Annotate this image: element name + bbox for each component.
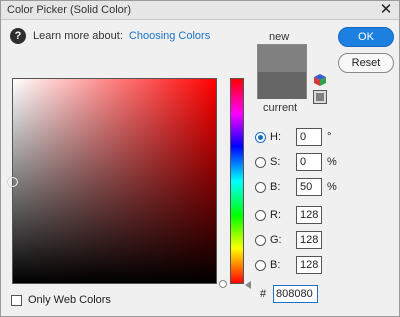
color-swatch	[257, 44, 307, 99]
brightness-input[interactable]: 50	[296, 178, 322, 196]
blue-input[interactable]: 128	[296, 256, 322, 274]
new-color-label: new	[269, 31, 290, 43]
blue-radio[interactable]	[255, 259, 266, 271]
help-icon[interactable]: ?	[10, 28, 26, 44]
ok-button[interactable]: OK	[338, 27, 394, 47]
brightness-unit: %	[327, 181, 337, 193]
blue-label: B:	[270, 259, 281, 271]
color-field-corner-handle[interactable]	[219, 280, 227, 288]
new-color-swatch	[258, 45, 306, 72]
hue-row: H: 0 °	[255, 128, 331, 146]
brightness-radio[interactable]	[255, 181, 266, 193]
hue-slider[interactable]	[230, 78, 244, 284]
only-web-colors-checkbox[interactable]	[11, 294, 22, 306]
hex-hash-label: #	[260, 288, 267, 300]
title-bar: Color Picker (Solid Color) ✕	[1, 1, 399, 20]
only-web-colors-row: Only Web Colors	[11, 294, 111, 306]
choosing-colors-link[interactable]: Choosing Colors	[129, 30, 210, 42]
help-label: Learn more about:	[33, 30, 123, 42]
hue-slider-arrow-icon[interactable]	[245, 281, 251, 289]
hue-label: H:	[270, 131, 281, 143]
color-picker-dialog: Color Picker (Solid Color) ✕ ? Learn mor…	[0, 0, 400, 317]
hue-radio[interactable]	[255, 131, 266, 143]
current-color-label: current	[263, 102, 298, 114]
brightness-label: B:	[270, 181, 281, 193]
saturation-radio[interactable]	[255, 156, 266, 168]
red-label: R:	[270, 209, 281, 221]
brightness-row: B: 50 %	[255, 178, 337, 196]
saturation-unit: %	[327, 156, 337, 168]
saturation-input[interactable]: 0	[296, 153, 322, 171]
hue-unit: °	[327, 131, 332, 143]
saturation-label: S:	[270, 156, 281, 168]
red-radio[interactable]	[255, 209, 266, 221]
red-row: R: 128	[255, 206, 322, 224]
close-icon[interactable]: ✕	[379, 2, 393, 18]
reset-button[interactable]: Reset	[338, 53, 394, 73]
green-input[interactable]: 128	[296, 231, 322, 249]
green-row: G: 128	[255, 231, 322, 249]
color-field[interactable]	[8, 78, 217, 284]
blue-row: B: 128	[255, 256, 322, 274]
color-cube-icon[interactable]	[314, 74, 326, 86]
web-safe-swatch-icon[interactable]	[313, 90, 327, 104]
hue-input[interactable]: 0	[296, 128, 322, 146]
help-row: ? Learn more about: Choosing Colors	[10, 28, 210, 44]
current-color-swatch[interactable]	[258, 72, 306, 99]
green-label: G:	[270, 234, 282, 246]
color-field-handle[interactable]	[8, 177, 18, 187]
hex-row: # 808080	[260, 285, 318, 303]
red-input[interactable]: 128	[296, 206, 322, 224]
only-web-colors-label[interactable]: Only Web Colors	[28, 294, 111, 306]
hex-input[interactable]: 808080	[273, 285, 318, 303]
saturation-row: S: 0 %	[255, 153, 337, 171]
green-radio[interactable]	[255, 234, 266, 246]
window-title: Color Picker (Solid Color)	[7, 4, 132, 16]
